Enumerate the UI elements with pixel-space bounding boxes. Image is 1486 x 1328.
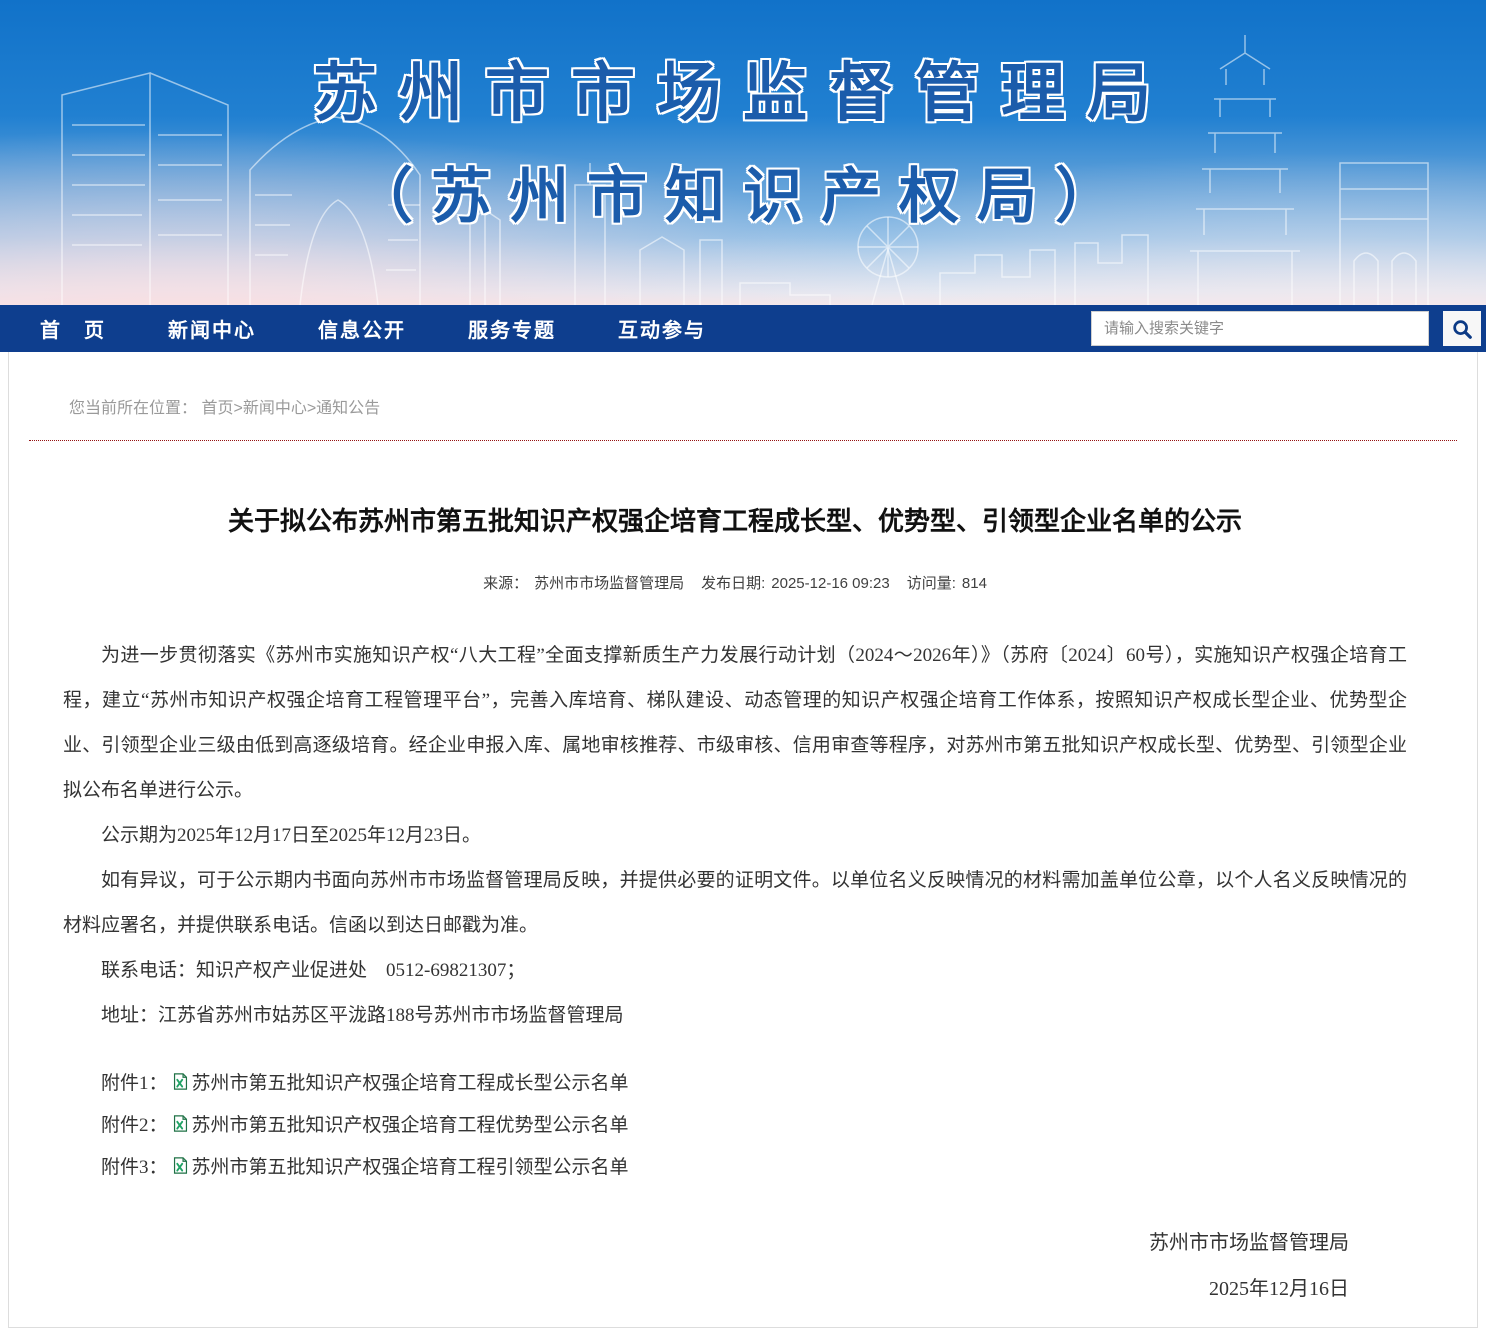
search-bar [1091,311,1481,346]
main-navbar: 首 页 新闻中心 信息公开 服务专题 互动参与 [0,305,1486,352]
content-panel: 您当前所在位置： 首页>新闻中心>通知公告 关于拟公布苏州市第五批知识产权强企培… [8,352,1478,1328]
excel-file-icon [172,1115,189,1132]
signature-date: 2025年12月16日 [63,1266,1349,1312]
nav-item-service-topics[interactable]: 服务专题 [468,314,556,343]
meta-date-value: 2025-12-16 09:23 [771,575,889,592]
attachment-row: 附件2： 苏州市第五批知识产权强企培育工程优势型公示名单 [63,1102,1407,1144]
article: 关于拟公布苏州市第五批知识产权强企培育工程成长型、优势型、引领型企业名单的公示 … [9,501,1477,1312]
attachment-link-advantage[interactable]: 苏州市第五批知识产权强企培育工程优势型公示名单 [192,1110,629,1137]
breadcrumb: 您当前所在位置： 首页>新闻中心>通知公告 [9,352,1477,418]
article-meta: 来源： 苏州市市场监督管理局发布日期: 2025-12-16 09:23 访问量: 81… [63,572,1407,593]
attachment-row: 附件3： 苏州市第五批知识产权强企培育工程引领型公示名单 [63,1144,1407,1186]
site-banner: 苏州市市场监督管理局 （苏州市知识产权局） [0,0,1486,305]
page-title: 关于拟公布苏州市第五批知识产权强企培育工程成长型、优势型、引领型企业名单的公示 [63,501,1407,538]
attachment-link-leading[interactable]: 苏州市第五批知识产权强企培育工程引领型公示名单 [192,1152,629,1179]
breadcrumb-path[interactable]: 首页>新闻中心>通知公告 [201,400,380,417]
paragraph: 为进一步贯彻落实《苏州市实施知识产权“八大工程”全面支撑新质生产力发展行动计划（… [63,633,1407,813]
agency-title-line2: （苏州市知识产权局） [0,148,1486,235]
attachment-list: 附件1： 苏州市第五批知识产权强企培育工程成长型公示名单 附件2： 苏州市第五批… [63,1060,1407,1186]
nav-item-interaction[interactable]: 互动参与 [618,314,706,343]
meta-date-label: 发布日期: [701,575,765,592]
paragraph-address: 地址：江苏省苏州市姑苏区平泷路188号苏州市市场监督管理局 [63,993,1407,1038]
signature-block: 苏州市市场监督管理局 2025年12月16日 [63,1220,1407,1312]
search-button[interactable] [1443,311,1481,346]
attachment-row: 附件1： 苏州市第五批知识产权强企培育工程成长型公示名单 [63,1060,1407,1102]
attachment-label: 附件1： [101,1068,168,1095]
attachment-label: 附件2： [101,1110,168,1137]
search-input[interactable] [1091,311,1429,346]
excel-file-icon [172,1157,189,1174]
excel-file-icon [172,1073,189,1090]
article-body: 为进一步贯彻落实《苏州市实施知识产权“八大工程”全面支撑新质生产力发展行动计划（… [63,633,1407,1038]
nav-item-info-disclosure[interactable]: 信息公开 [318,314,406,343]
attachment-link-growth[interactable]: 苏州市第五批知识产权强企培育工程成长型公示名单 [192,1068,629,1095]
paragraph: 公示期为2025年12月17日至2025年12月23日。 [63,813,1407,858]
agency-title: 苏州市市场监督管理局 （苏州市知识产权局） [0,0,1486,235]
search-icon [1451,318,1473,340]
meta-views-label: 访问量: [907,575,956,592]
meta-source-value: 苏州市市场监督管理局 [534,575,684,592]
meta-source-label: 来源： [483,575,528,592]
dotted-separator [29,440,1457,441]
nav-item-news[interactable]: 新闻中心 [168,314,256,343]
meta-views-value: 814 [962,575,987,592]
nav-item-home[interactable]: 首 页 [40,314,106,343]
attachment-label: 附件3： [101,1152,168,1179]
agency-title-line1: 苏州市市场监督管理局 [0,42,1486,134]
breadcrumb-label: 您当前所在位置： [69,400,197,417]
signature-org: 苏州市市场监督管理局 [63,1220,1349,1266]
paragraph-contact-phone: 联系电话：知识产权产业促进处 0512-69821307； [63,948,1407,993]
paragraph: 如有异议，可于公示期内书面向苏州市市场监督管理局反映，并提供必要的证明文件。以单… [63,858,1407,948]
